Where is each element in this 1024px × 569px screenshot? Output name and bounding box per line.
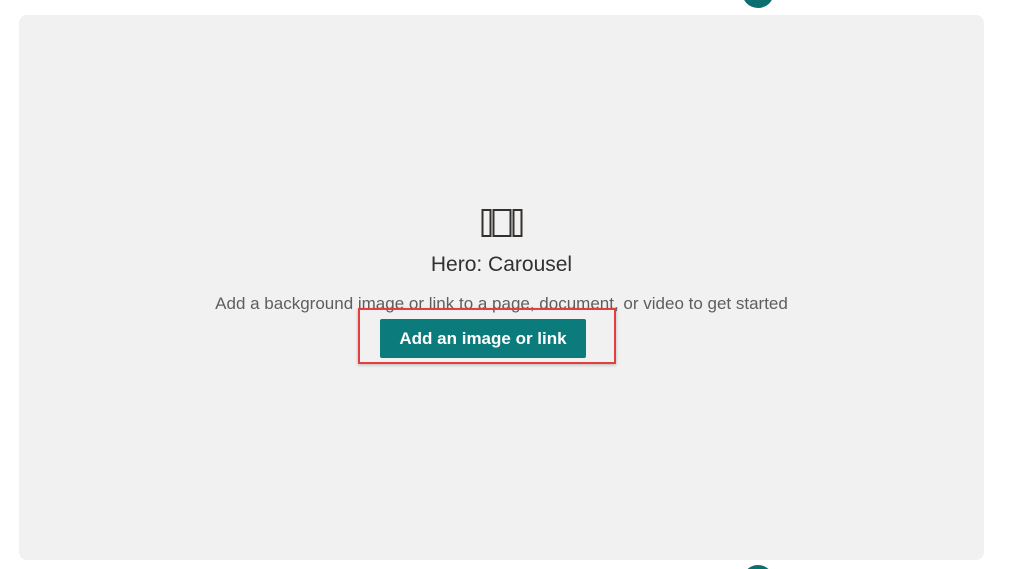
hero-webpart-placeholder: Hero: Carousel Add a background image or… [19, 15, 984, 560]
section-add-handle-top[interactable] [742, 0, 774, 8]
webpart-title: Hero: Carousel [430, 253, 573, 276]
carousel-icon [481, 208, 523, 238]
section-add-handle-bottom[interactable] [742, 565, 774, 569]
add-image-or-link-button[interactable]: Add an image or link [380, 319, 586, 358]
placeholder-content: Hero: Carousel Add a background image or… [19, 208, 984, 315]
page: Hero: Carousel Add a background image or… [0, 0, 1024, 569]
